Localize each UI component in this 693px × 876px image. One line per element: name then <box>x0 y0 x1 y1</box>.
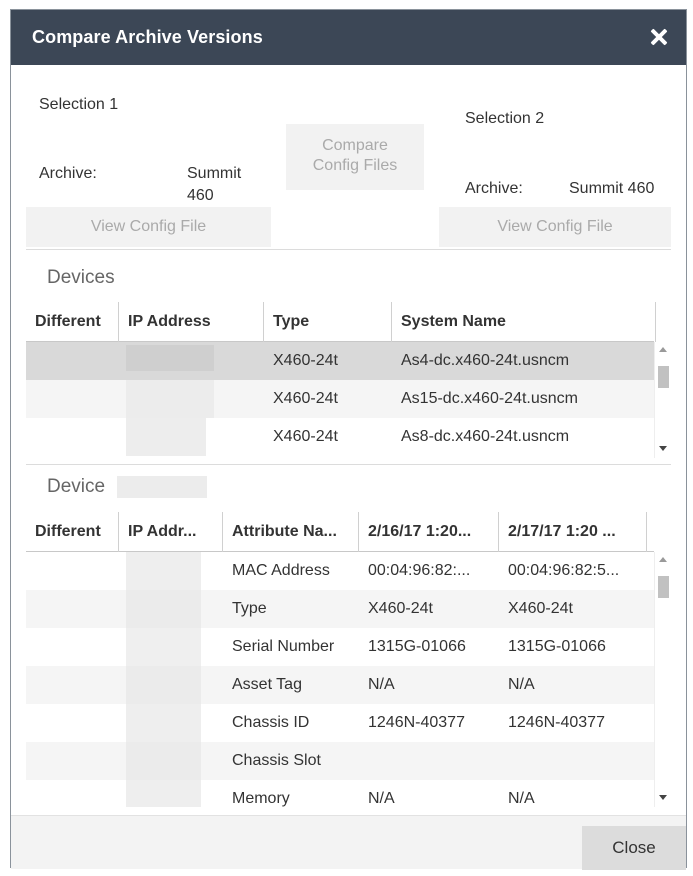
ip-address-redacted <box>126 780 201 807</box>
col-attribute-name[interactable]: Attribute Na... <box>223 512 359 552</box>
version-2-cell <box>499 742 647 780</box>
system-name-cell: As4-dc.x460-24t.usncm <box>401 352 570 369</box>
device-attributes-table: Different IP Addr... Attribute Na... 2/1… <box>26 512 671 807</box>
table-row[interactable]: X460-24t As8-dc.x460-24t.usncm <box>26 418 654 456</box>
col-system-name[interactable]: System Name <box>392 302 656 342</box>
device-divider <box>26 464 671 465</box>
col-different[interactable]: Different <box>26 512 119 552</box>
ip-address-redacted <box>126 345 214 371</box>
table-row[interactable]: Chassis ID 1246N-40377 1246N-40377 <box>26 704 654 742</box>
devices-section-title: Devices <box>47 267 115 288</box>
version-1-cell: N/A <box>368 676 395 693</box>
dialog-titlebar: Compare Archive Versions <box>11 10 686 65</box>
ip-address-redacted <box>126 666 201 704</box>
ip-address-redacted <box>126 704 201 742</box>
compare-config-files-button[interactable]: Compare Config Files <box>286 124 424 190</box>
table-row[interactable]: MAC Address 00:04:96:82:... 00:04:96:82:… <box>26 552 654 590</box>
selection2-archive-label: Archive: <box>465 180 523 197</box>
attribute-name-cell: Chassis Slot <box>232 752 321 769</box>
different-cell <box>26 380 119 418</box>
compare-button-line1: Compare <box>322 137 388 154</box>
devices-table-header: Different IP Address Type System Name <box>26 302 656 342</box>
device-attributes-scrollbar[interactable] <box>654 552 671 807</box>
compare-button-line2: Config Files <box>312 157 398 174</box>
table-row[interactable]: Asset Tag N/A N/A <box>26 666 654 704</box>
close-icon[interactable] <box>646 24 672 50</box>
scroll-down-icon[interactable] <box>659 446 667 451</box>
attribute-name-cell: Asset Tag <box>232 676 302 693</box>
attribute-name-cell: Serial Number <box>232 638 335 655</box>
col-different[interactable]: Different <box>26 302 119 342</box>
col-version-1[interactable]: 2/16/17 1:20... <box>359 512 499 552</box>
scroll-up-icon[interactable] <box>659 557 667 562</box>
selection1-archive-label: Archive: <box>39 165 97 182</box>
version-1-cell: 00:04:96:82:... <box>368 562 471 579</box>
table-row[interactable]: X460-24t As4-dc.x460-24t.usncm <box>26 342 654 380</box>
selection2-view-config-button[interactable]: View Config File <box>439 207 671 247</box>
attribute-name-cell: Chassis ID <box>232 714 310 731</box>
version-1-cell <box>359 742 499 780</box>
attribute-name-cell: Memory <box>232 790 290 807</box>
ip-address-redacted <box>126 380 214 418</box>
devices-divider <box>26 249 671 250</box>
system-name-cell: As15-dc.x460-24t.usncm <box>401 390 578 407</box>
col-type[interactable]: Type <box>264 302 392 342</box>
col-ip-address[interactable]: IP Addr... <box>119 512 223 552</box>
table-row[interactable]: Serial Number 1315G-01066 1315G-01066 <box>26 628 654 666</box>
version-2-cell: 1246N-40377 <box>508 714 605 731</box>
scroll-up-icon[interactable] <box>659 347 667 352</box>
ip-address-redacted <box>126 628 201 666</box>
ip-address-redacted <box>126 742 201 780</box>
scroll-thumb[interactable] <box>658 366 669 388</box>
version-2-cell: X460-24t <box>508 600 573 617</box>
device-name-redacted <box>117 476 207 498</box>
selection1-archive-value: Summit <box>187 165 242 182</box>
type-cell: X460-24t <box>273 428 338 445</box>
selection1-view-config-button[interactable]: View Config File <box>26 207 271 247</box>
version-2-cell: N/A <box>508 676 535 693</box>
different-cell <box>26 342 119 380</box>
version-2-cell: 1315G-01066 <box>508 638 606 655</box>
dialog-footer: Close <box>11 815 686 870</box>
version-2-cell: N/A <box>508 790 535 807</box>
table-row[interactable]: Type X460-24t X460-24t <box>26 590 654 628</box>
ip-address-redacted <box>126 552 201 590</box>
selection1-archive-value-line2: 460 <box>187 187 214 204</box>
selection1-heading: Selection 1 <box>39 96 119 113</box>
scroll-down-icon[interactable] <box>659 795 667 800</box>
dialog-title: Compare Archive Versions <box>32 27 263 47</box>
ip-address-redacted <box>126 418 206 456</box>
table-row[interactable]: Memory N/A N/A <box>26 780 654 807</box>
system-name-cell: As8-dc.x460-24t.usncm <box>401 428 570 445</box>
device-section-title: Device <box>47 476 106 497</box>
version-2-cell: 00:04:96:82:5... <box>508 562 620 579</box>
devices-table: Different IP Address Type System Name X4… <box>26 302 671 458</box>
selection2-archive-value: Summit 460 <box>569 180 655 197</box>
table-row[interactable]: X460-24t As15-dc.x460-24t.usncm <box>26 380 654 418</box>
devices-scrollbar[interactable] <box>654 342 671 458</box>
type-cell: X460-24t <box>273 390 338 407</box>
col-version-2[interactable]: 2/17/17 1:20 ... <box>499 512 647 552</box>
version-1-cell: 1246N-40377 <box>368 714 465 731</box>
attribute-name-cell: Type <box>232 600 267 617</box>
different-cell <box>26 418 119 456</box>
close-button[interactable]: Close <box>582 826 686 870</box>
scroll-thumb[interactable] <box>658 576 669 598</box>
version-1-cell: N/A <box>368 790 395 807</box>
ip-address-redacted <box>126 590 201 628</box>
selection2-heading: Selection 2 <box>465 110 545 127</box>
version-1-cell: 1315G-01066 <box>368 638 466 655</box>
table-row[interactable]: Chassis Slot <box>26 742 654 780</box>
version-1-cell: X460-24t <box>368 600 433 617</box>
compare-archive-versions-dialog: Compare Archive Versions Selection 1 Arc… <box>10 9 687 870</box>
device-table-header: Different IP Addr... Attribute Na... 2/1… <box>26 512 654 552</box>
attribute-name-cell: MAC Address <box>232 562 330 579</box>
type-cell: X460-24t <box>273 352 338 369</box>
col-ip-address[interactable]: IP Address <box>119 302 264 342</box>
